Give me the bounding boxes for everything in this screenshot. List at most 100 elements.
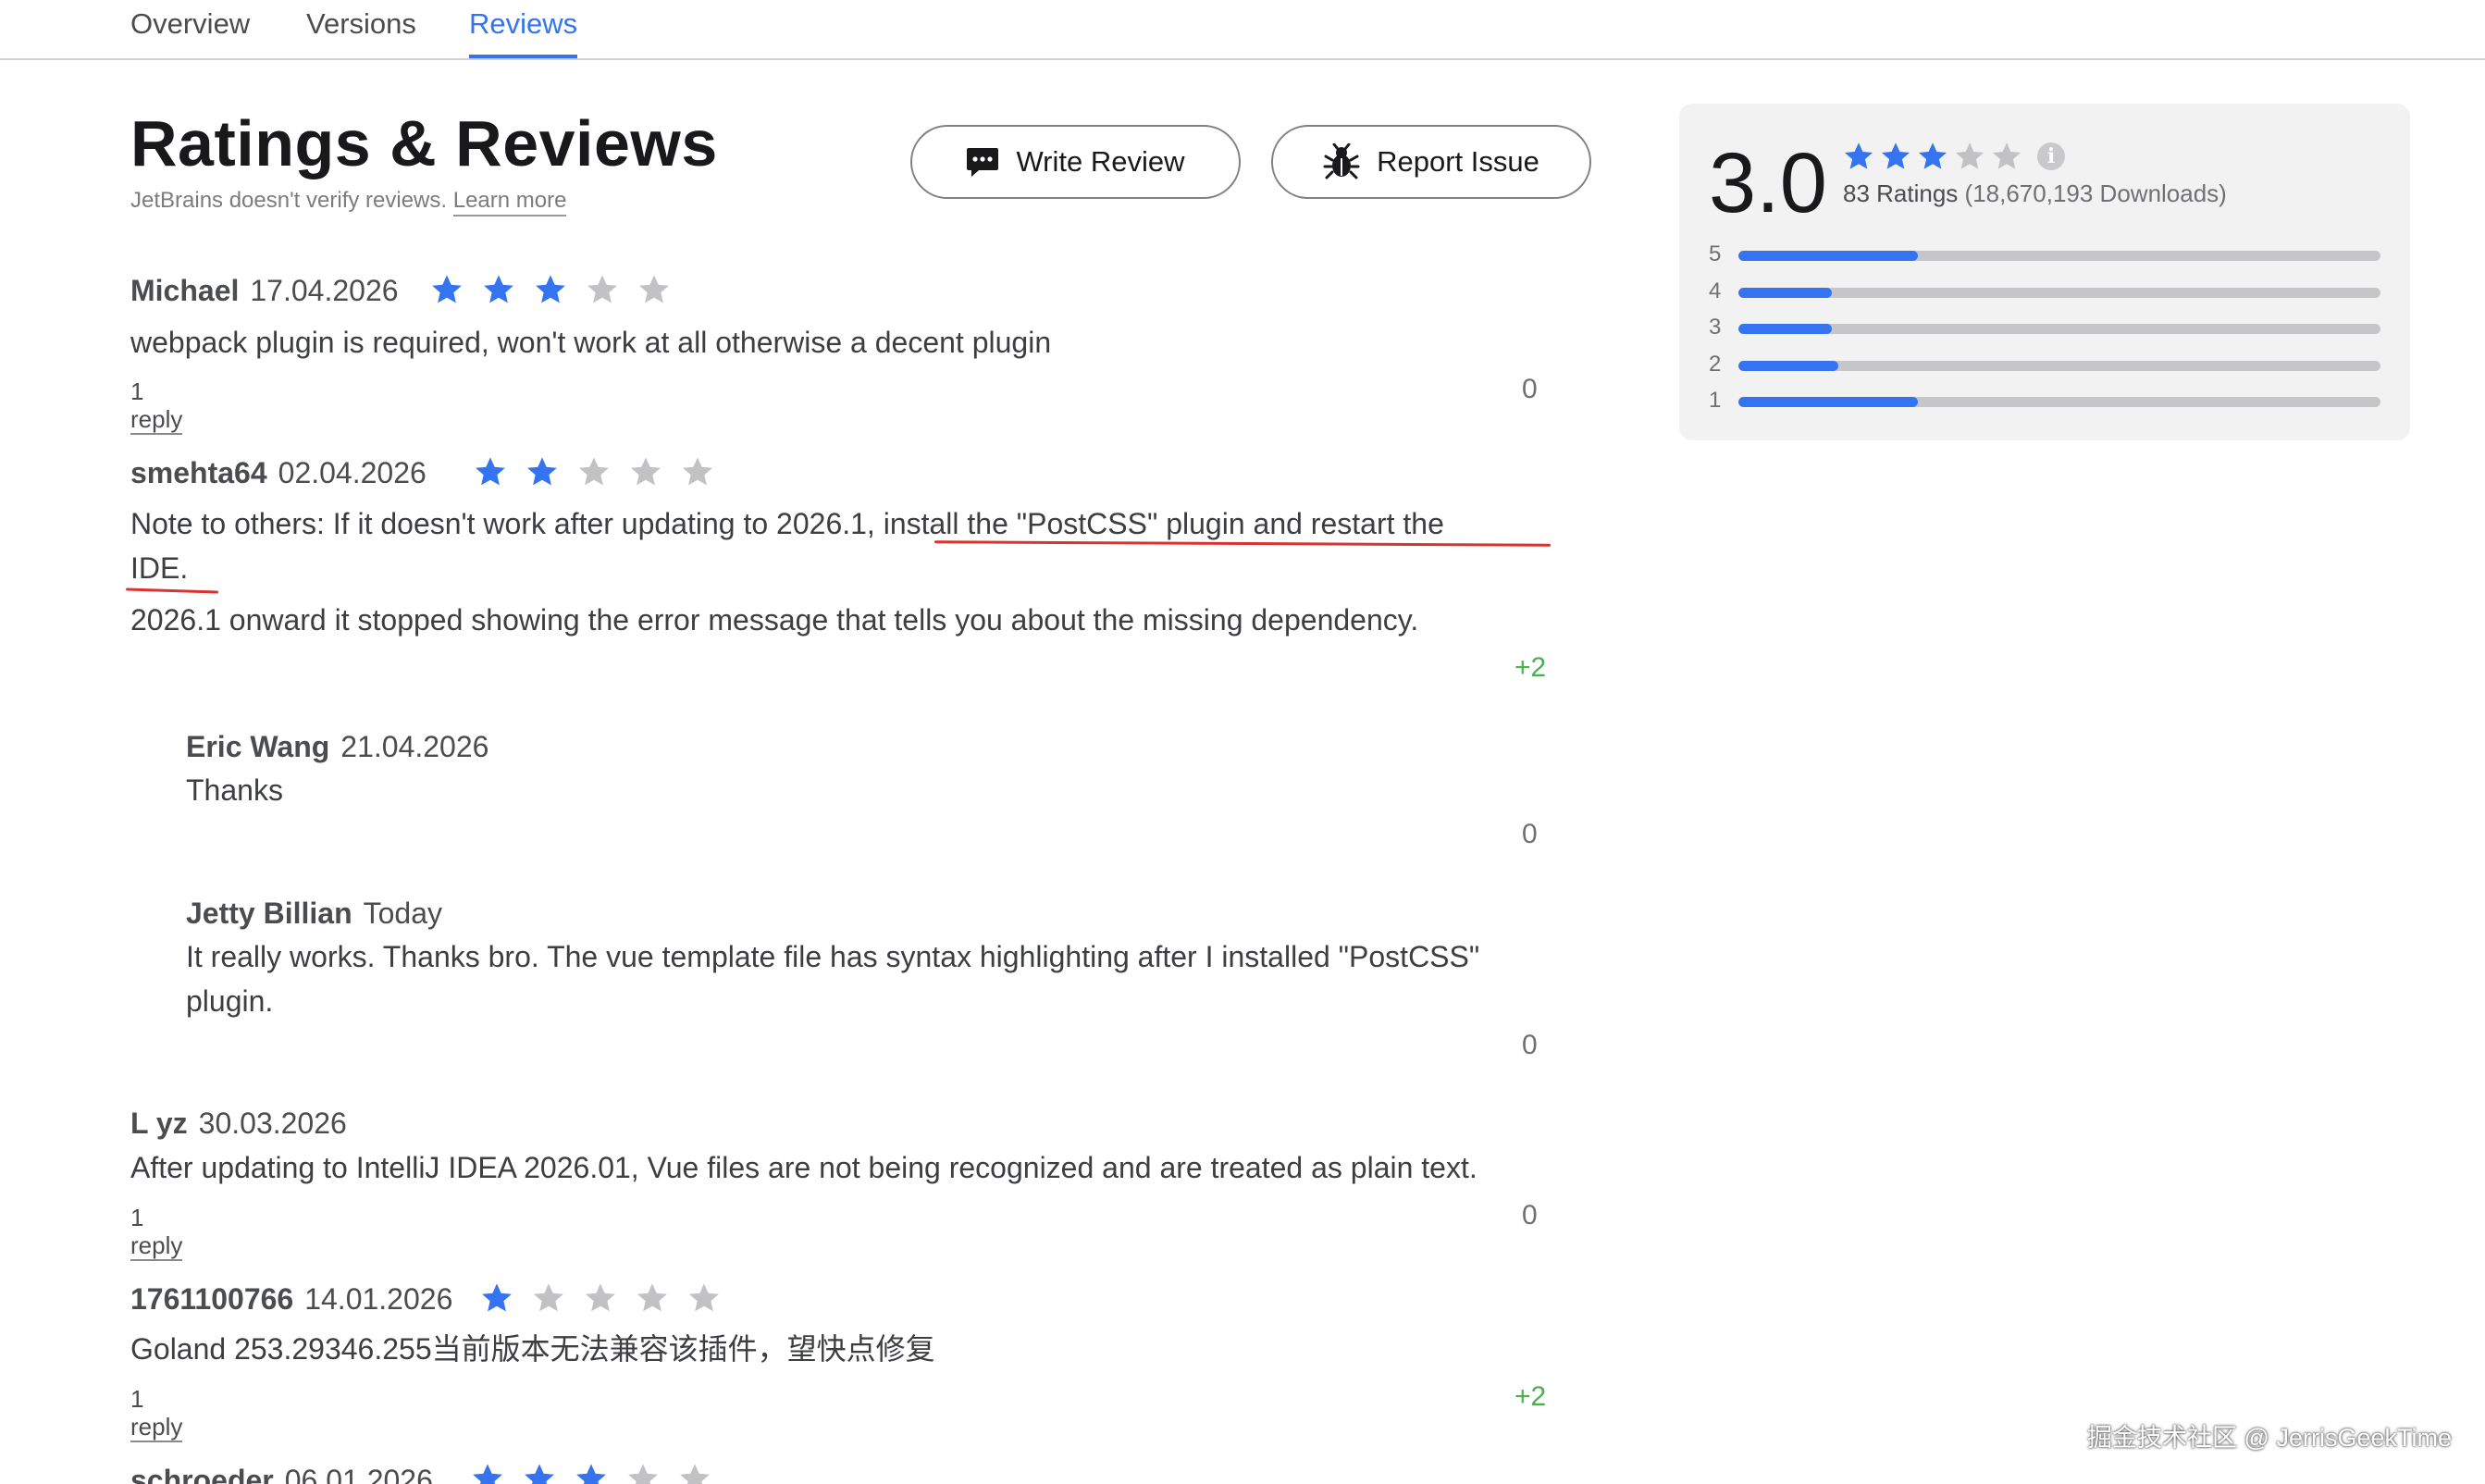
star-empty-icon [584,1281,617,1315]
review-author: schroeder [130,1464,274,1484]
report-issue-label: Report Issue [1377,145,1539,178]
review-header: schroeder 06.01.2026 [130,1462,433,1484]
tab-reviews[interactable]: Reviews [469,6,578,58]
distribution-bar-fill [1738,287,1832,298]
rating-summary-card: 3.0 i 83 Ratings (18,670,193 Downloads) … [1679,104,2410,440]
page-title: Ratings & Reviews [130,107,718,179]
star-empty-icon [1954,141,1985,172]
vote-count[interactable]: 0 [1522,1029,1538,1062]
review-author: Michael [130,274,240,307]
star-filled-icon [480,1281,513,1315]
vote-count[interactable]: 0 [1522,818,1538,851]
distribution-label: 2 [1709,351,1722,377]
disclaimer: JetBrains doesn't verify reviews. Learn … [130,187,567,216]
vote-count[interactable]: +2 [1514,1380,1546,1414]
reply-header: Eric Wang 21.04.2026 [186,728,488,765]
star-empty-icon [1991,141,2022,172]
review-header: Michael 17.04.2026 [130,272,399,309]
distribution-bar-track [1738,287,2380,298]
distribution-label: 4 [1709,278,1722,303]
review-date: 17.04.2026 [250,274,399,307]
reply-date: 21.04.2026 [340,730,489,763]
star-filled-icon [525,455,559,488]
watermark: 掘金技术社区 @ JerrisGeekTime [2087,1424,2452,1452]
distribution-row: 2 [1709,351,2380,378]
review-date: 06.01.2026 [284,1464,433,1484]
vote-count[interactable]: +2 [1514,651,1546,685]
star-empty-icon [586,273,619,306]
reply-author: Eric Wang [186,730,330,763]
star-filled-icon [1843,141,1874,172]
distribution-row: 5 [1709,241,2380,268]
distribution-bar-fill [1738,251,1919,261]
star-filled-icon [471,1462,504,1484]
distribution-bar-fill [1738,324,1832,334]
distribution-bar-track [1738,324,2380,334]
reply-link[interactable]: 1 reply [130,1204,183,1261]
reply-link[interactable]: 1 reply [130,1385,183,1442]
star-empty-icon [636,1281,669,1315]
review-stars [430,273,671,306]
distribution-label: 5 [1709,241,1722,266]
tab-versions[interactable]: Versions [306,6,416,43]
reply-text-line: It really works. Thanks bro. The vue tem… [186,940,1480,973]
average-rating: 3.0 [1709,136,1827,230]
star-filled-icon [474,455,507,488]
review-stars [471,1462,711,1484]
downloads-total: (18,670,193 Downloads) [1964,179,2227,207]
reply-date: Today [363,897,442,930]
star-filled-icon [430,273,464,306]
distribution-label: 1 [1709,388,1722,413]
review-author: smehta64 [130,456,267,489]
star-filled-icon [534,273,567,306]
star-empty-icon [626,1462,660,1484]
review-text: Goland 253.29346.255当前版本无法兼容该插件，望快点修复 [130,1332,935,1366]
review-header: L yz 30.03.2026 [130,1105,347,1142]
reply-link[interactable]: 1 reply [130,377,183,435]
vote-count[interactable]: 0 [1522,1199,1538,1232]
tab-bar: Overview Versions Reviews [0,0,2485,60]
reply-text-line: plugin. [186,984,274,1018]
write-review-label: Write Review [1016,145,1185,178]
review-date: 30.03.2026 [198,1107,347,1140]
star-empty-icon [681,455,714,488]
distribution-label: 3 [1709,315,1722,340]
write-review-button[interactable]: Write Review [910,125,1241,199]
star-empty-icon [629,455,662,488]
distribution-bar-track [1738,360,2380,371]
chat-bubble-icon [966,146,999,178]
star-filled-icon [1880,141,1911,172]
disclaimer-text: JetBrains doesn't verify reviews. [130,188,448,213]
star-empty-icon [532,1281,565,1315]
vote-count[interactable]: 0 [1522,373,1538,406]
distribution-bar-fill [1738,360,1838,371]
tab-overview[interactable]: Overview [130,6,250,43]
review-stars [474,455,714,488]
star-empty-icon [687,1281,721,1315]
star-filled-icon [1917,141,1948,172]
review-header: smehta64 02.04.2026 [130,454,427,491]
info-icon[interactable]: i [2037,142,2065,170]
distribution-bar-track [1738,397,2380,407]
reply-header: Jetty Billian Today [186,895,442,932]
reply-text: Thanks [186,773,283,807]
distribution-bar-track [1738,251,2380,261]
review-text-line: 2026.1 onward it stopped showing the err… [130,603,1419,637]
ratings-total: 83 Ratings [1843,179,1959,207]
distribution-row: 4 [1709,278,2380,305]
review-text: webpack plugin is required, won't work a… [130,326,1052,359]
bug-icon [1323,143,1360,180]
review-date: 02.04.2026 [278,456,427,489]
distribution-row: 1 [1709,387,2380,414]
summary-stars: i [1843,141,2065,172]
review-date: 14.01.2026 [304,1282,453,1316]
review-header: 1761100766 14.01.2026 [130,1280,452,1317]
star-filled-icon [575,1462,608,1484]
learn-more-link[interactable]: Learn more [452,188,567,216]
ratings-count: 83 Ratings (18,670,193 Downloads) [1843,179,2227,208]
review-author: 1761100766 [130,1282,294,1316]
star-filled-icon [482,273,515,306]
star-empty-icon [678,1462,711,1484]
distribution-row: 3 [1709,314,2380,341]
report-issue-button[interactable]: Report Issue [1271,125,1591,199]
